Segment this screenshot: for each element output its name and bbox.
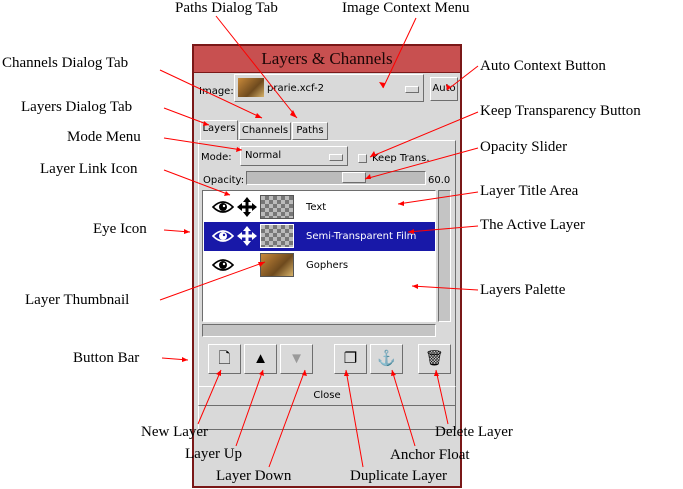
callout-paths-dialog-tab: Paths Dialog Tab (175, 0, 278, 16)
callout-anchor-float: Anchor Float (390, 447, 470, 463)
callout-layer-thumbnail: Layer Thumbnail (25, 292, 130, 308)
callout-duplicate-layer: Duplicate Layer (350, 468, 448, 484)
callout-layers-dialog-tab: Layers Dialog Tab (21, 99, 133, 115)
callout-layer-link-icon: Layer Link Icon (40, 161, 138, 177)
callout-eye-icon: Eye Icon (93, 221, 147, 237)
callout-layer-title-area: Layer Title Area (480, 183, 579, 199)
callout-delete-layer: Delete Layer (435, 424, 513, 440)
callout-new-layer: New Layer (141, 424, 209, 440)
callout-opacity-slider: Opacity Slider (480, 139, 568, 155)
callout-image-context-menu: Image Context Menu (342, 0, 470, 16)
callout-layers-palette: Layers Palette (480, 282, 566, 298)
callout-layer-up: Layer Up (185, 446, 243, 462)
callout-auto-context-button: Auto Context Button (480, 58, 606, 74)
callout-the-active-layer: The Active Layer (480, 217, 585, 233)
annotated-screenshot: Layers & Channels Image: prarie.xcf-2 Au… (0, 0, 683, 489)
callout-layer-down: Layer Down (216, 468, 292, 484)
callout-button-bar: Button Bar (73, 350, 140, 366)
callout-mode-menu: Mode Menu (67, 129, 141, 145)
callout-channels-dialog-tab: Channels Dialog Tab (2, 55, 129, 71)
callout-keep-transparency-button: Keep Transparency Button (480, 103, 641, 119)
